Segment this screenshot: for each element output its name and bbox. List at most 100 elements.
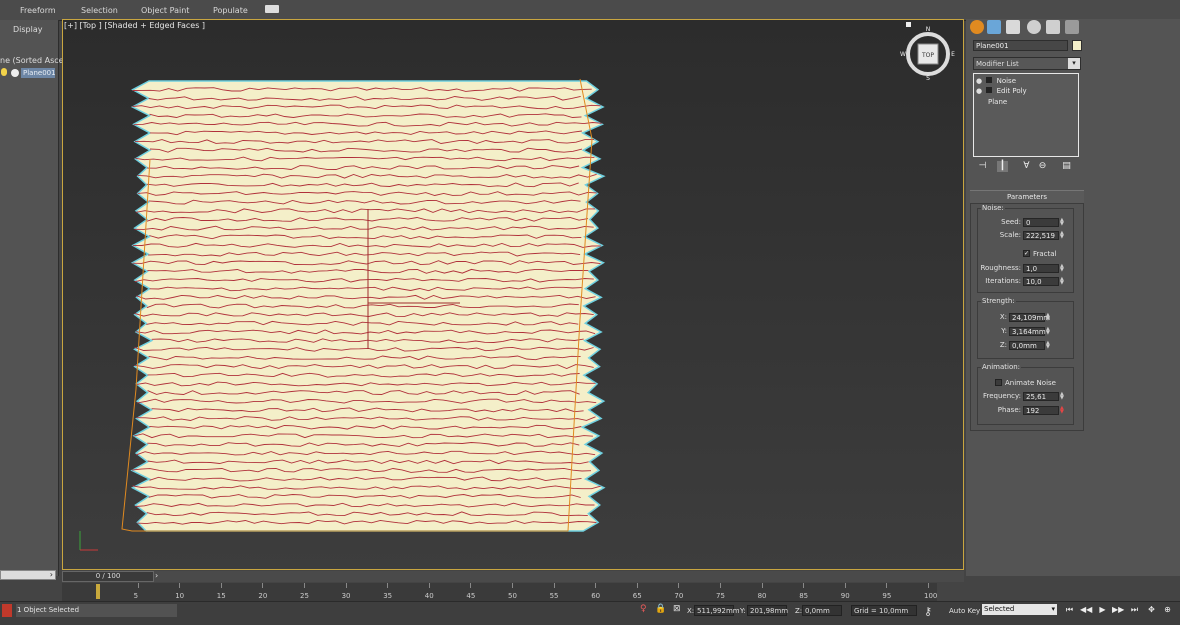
chevron-right-icon[interactable]: ›	[155, 571, 158, 580]
parameters-rollout-header[interactable]: Parameters	[970, 190, 1084, 204]
display-tab-icon[interactable]	[1046, 20, 1060, 34]
stack-item-noise[interactable]: ● Noise	[976, 76, 1016, 86]
timeline-tick-label: 70	[674, 592, 684, 600]
strength-x-spinner[interactable]: 24,109mm	[1009, 313, 1050, 322]
stack-toolbar: ⊣ ┃ ∀ ⊖ ▤	[973, 160, 1079, 174]
spinner-arrows-icon[interactable]: ▲ ▼	[1046, 327, 1052, 336]
timeline-tick-label: 85	[799, 592, 809, 600]
absolute-mode-icon[interactable]: ⊠	[673, 604, 681, 614]
object-name-field[interactable]: Plane001	[973, 40, 1068, 51]
time-slider[interactable]: 0 / 100	[62, 571, 154, 582]
object-color-swatch[interactable]	[1072, 40, 1082, 51]
utilities-tab-icon[interactable]	[1065, 20, 1079, 34]
scene-explorer	[0, 20, 59, 576]
modifier-list-dropdown[interactable]: Modifier List ▾	[973, 57, 1081, 70]
display-button[interactable]: Display	[13, 25, 43, 34]
timeline-tick-label: 20	[258, 592, 268, 600]
roughness-label: Roughness:	[980, 264, 1021, 272]
spinner-arrows-icon[interactable]: ▲ ▼	[1060, 277, 1066, 286]
show-end-result-icon[interactable]: ┃	[997, 161, 1008, 172]
explorer-scrollbar[interactable]: ›	[0, 570, 56, 580]
timeline-tick-label: 5	[133, 592, 139, 600]
pin-stack-icon[interactable]: ⊣	[977, 161, 988, 172]
eye-icon[interactable]: ●	[976, 77, 982, 85]
stack-item-edit-poly[interactable]: ● Edit Poly	[976, 86, 1027, 96]
isolate-icon[interactable]: ♀	[640, 604, 647, 614]
timeline-tick-mark	[553, 583, 555, 588]
key-filter-dropdown[interactable]: Selected ▾	[982, 604, 1057, 615]
timeline-tick-label: 65	[632, 592, 642, 600]
ribbon-options-icon[interactable]	[265, 5, 279, 13]
visibility-icon[interactable]	[11, 69, 19, 77]
modifier-icon	[986, 77, 993, 83]
frequency-spinner[interactable]: 25,61	[1023, 392, 1059, 401]
next-frame-icon[interactable]: ▶▶	[1112, 604, 1124, 615]
eye-icon[interactable]: ●	[976, 87, 982, 95]
play-icon[interactable]: ▶	[1097, 604, 1108, 615]
tab-freeform[interactable]: Freeform	[20, 6, 56, 15]
timeline-tick-mark	[137, 583, 139, 588]
y-coordinate-field[interactable]: 201,98mm	[747, 605, 788, 616]
animate-noise-checkbox[interactable]	[995, 379, 1002, 386]
seed-spinner[interactable]: 0	[1023, 218, 1059, 227]
noise-group-label: Noise:	[981, 204, 1005, 212]
hierarchy-tab-icon[interactable]	[1006, 20, 1020, 34]
light-bulb-icon[interactable]	[1, 68, 7, 76]
fractal-checkbox[interactable]: ✓	[1023, 250, 1030, 257]
key-mode-icon[interactable]: ✥	[1146, 604, 1157, 615]
spinner-arrows-icon[interactable]: ▲ ▼	[1046, 341, 1052, 350]
timeline-tick-mark	[470, 583, 472, 588]
scene-item-plane001[interactable]: Plane001	[21, 68, 56, 78]
spinner-arrows-icon[interactable]: ▲ ▼	[1060, 218, 1066, 227]
time-slider-track[interactable]	[62, 571, 964, 582]
track-ticks: 5 10 15 20 25 30 35 40 45 50 55 60 65 70 75 80 85 90 95 100	[0, 583, 1180, 601]
tab-object-paint[interactable]: Object Paint	[141, 6, 189, 15]
spinner-arrows-icon[interactable]: ▲ ▼	[1046, 313, 1052, 322]
timeline-tick-mark	[761, 583, 763, 588]
tab-selection[interactable]: Selection	[81, 6, 118, 15]
go-to-end-icon[interactable]: ⏭	[1129, 604, 1140, 615]
go-to-start-icon[interactable]: ⏮	[1064, 604, 1075, 615]
seed-label: Seed:	[1001, 218, 1021, 226]
spinner-arrows-icon[interactable]: ▲ ▼	[1060, 264, 1066, 273]
time-config-icon[interactable]: ⊕	[1162, 604, 1173, 615]
make-unique-icon[interactable]: ∀	[1021, 161, 1032, 172]
spinner-arrows-icon[interactable]: ▲ ▼	[1060, 392, 1066, 401]
viewcube[interactable]: TOP N S E W	[900, 22, 955, 82]
auto-key-button[interactable]: Auto Key	[949, 607, 980, 615]
strength-z-spinner[interactable]: 0,0mm	[1009, 341, 1045, 350]
scale-spinner[interactable]: 222,519	[1023, 231, 1059, 240]
lock-icon[interactable]: 🔒	[655, 604, 666, 614]
modify-tab-icon[interactable]	[987, 20, 1001, 34]
timeline-tick-label: 55	[549, 592, 559, 600]
timeline-tick-mark	[803, 583, 805, 588]
timeline-tick-mark	[595, 583, 597, 588]
strength-y-spinner[interactable]: 3,164mm	[1009, 327, 1046, 336]
maxscript-listener-icon[interactable]	[2, 604, 12, 617]
timeline-tick-mark	[636, 583, 638, 588]
plane-mesh[interactable]: TOP N S E W	[62, 19, 964, 570]
y-label: Y:	[740, 607, 746, 615]
timeline-tick-label: 30	[341, 592, 351, 600]
x-coordinate-field[interactable]: 511,992mm	[694, 605, 740, 616]
chevron-down-icon: ▾	[1068, 58, 1080, 69]
previous-frame-icon[interactable]: ◀◀	[1080, 604, 1092, 615]
motion-tab-icon[interactable]	[1027, 20, 1041, 34]
remove-modifier-icon[interactable]: ⊖	[1037, 161, 1048, 172]
set-key-icon[interactable]: ⚷	[924, 605, 932, 618]
z-coordinate-field[interactable]: 0,0mm	[802, 605, 842, 616]
animation-group-label: Animation:	[981, 363, 1022, 371]
stack-item-plane[interactable]: Plane	[988, 97, 1007, 107]
spinner-arrows-key-icon[interactable]: ▲ ▼	[1060, 406, 1066, 415]
spinner-arrows-icon[interactable]: ▲ ▼	[1060, 231, 1066, 240]
modifier-stack[interactable]: ● Noise ● Edit Poly Plane	[973, 73, 1079, 157]
iterations-spinner[interactable]: 10,0	[1023, 277, 1059, 286]
create-tab-icon[interactable]	[970, 20, 984, 34]
timeline-tick-mark	[262, 583, 264, 588]
roughness-spinner[interactable]: 1,0	[1023, 264, 1059, 273]
compass-north: N	[926, 26, 931, 33]
phase-spinner[interactable]: 192	[1023, 406, 1059, 415]
timeline-tick-label: 25	[300, 592, 309, 600]
configure-sets-icon[interactable]: ▤	[1061, 161, 1072, 172]
tab-populate[interactable]: Populate	[213, 6, 248, 15]
